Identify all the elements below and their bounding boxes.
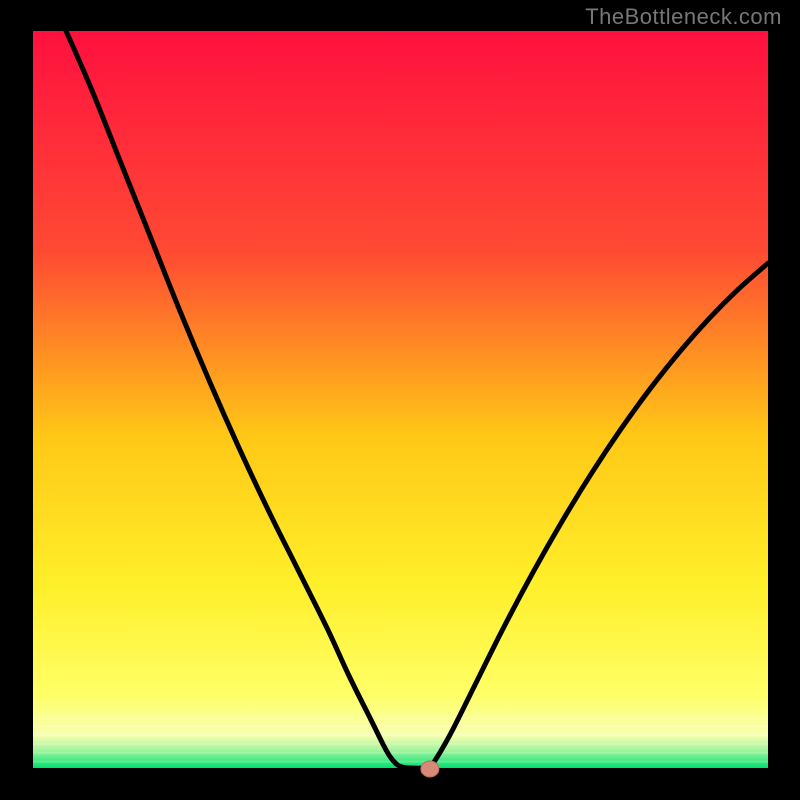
optimal-point-marker — [421, 761, 439, 777]
watermark-text: TheBottleneck.com — [585, 4, 782, 30]
chart-stage: TheBottleneck.com — [0, 0, 800, 800]
chart-svg — [0, 0, 800, 800]
